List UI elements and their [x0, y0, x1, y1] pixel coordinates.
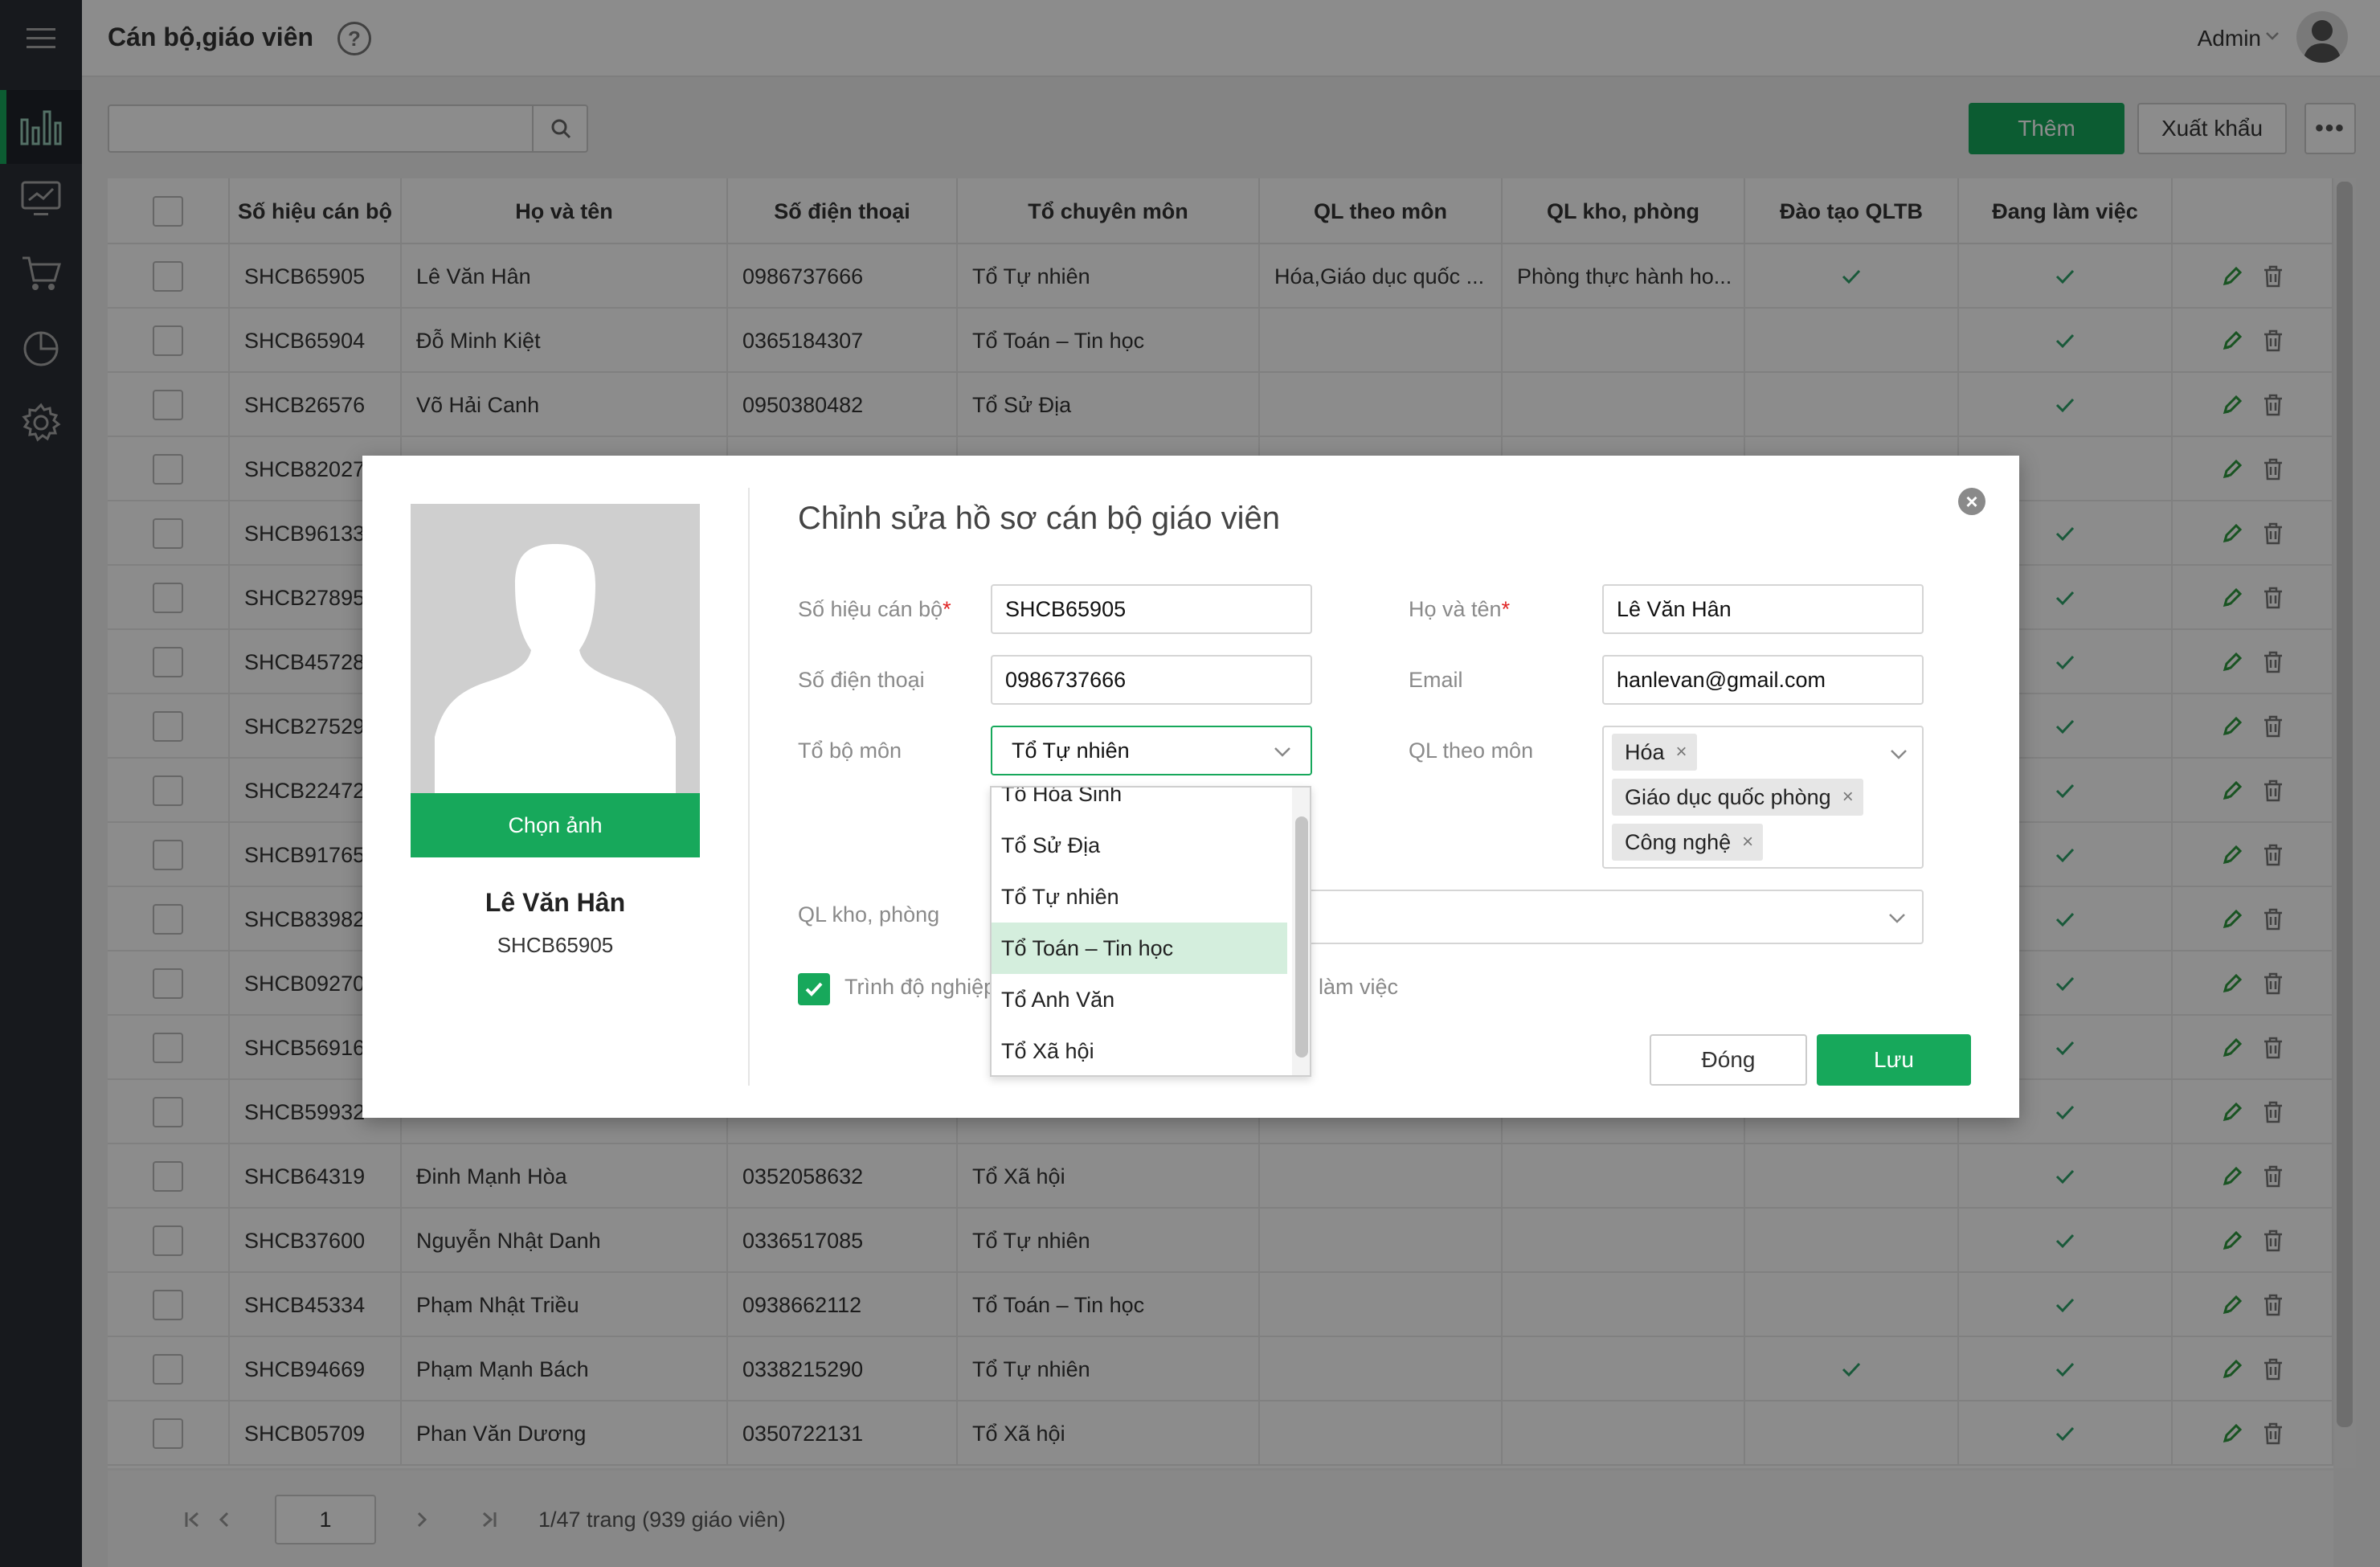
qualification-checkbox[interactable]: [798, 973, 830, 1005]
room-label: QL kho, phòng: [798, 902, 940, 927]
required-mark: *: [1501, 597, 1511, 621]
code-label: Số hiệu cán bộ*: [798, 597, 951, 622]
dropdown-option-selected[interactable]: Tổ Toán – Tin học: [992, 923, 1287, 974]
email-label: Email: [1409, 668, 1463, 692]
room-select[interactable]: [1308, 890, 1924, 944]
tag-remove-icon[interactable]: ×: [1742, 831, 1753, 853]
subject-tag-label: Công nghệ: [1625, 829, 1732, 854]
subject-label: QL theo môn: [1409, 738, 1534, 763]
subject-tag-label: Giáo dục quốc phòng: [1625, 784, 1831, 809]
dropdown-option[interactable]: Tổ Sử Địa: [992, 820, 1287, 871]
tag-remove-icon[interactable]: ×: [1676, 741, 1687, 763]
dept-label: Tổ bộ môn: [798, 738, 902, 763]
dept-select-value: Tổ Tự nhiên: [1012, 738, 1130, 763]
dropdown-option[interactable]: Tổ Hóa Sinh: [992, 788, 1287, 820]
subject-multiselect[interactable]: Hóa × Giáo dục quốc phòng × Công nghệ ×: [1602, 726, 1924, 869]
subject-tag-label: Hóa: [1625, 739, 1665, 764]
phone-field[interactable]: 0986737666: [991, 655, 1312, 705]
tag-remove-icon[interactable]: ×: [1842, 786, 1854, 808]
dropdown-option[interactable]: Tổ Xã hội: [992, 1025, 1287, 1075]
subject-tag: Hóa ×: [1612, 734, 1697, 771]
close-icon[interactable]: ×: [1958, 488, 1985, 515]
dept-dropdown: Tổ Hóa Sinh Tổ Sử Địa Tổ Tự nhiên Tổ Toá…: [990, 786, 1311, 1077]
name-label: Họ và tên*: [1409, 597, 1510, 622]
chevron-down-icon: [1891, 750, 1907, 759]
required-mark: *: [943, 597, 951, 621]
dropdown-scrollbar-thumb[interactable]: [1295, 816, 1308, 1058]
code-field[interactable]: SHCB65905: [991, 584, 1312, 634]
dept-select[interactable]: Tổ Tự nhiên: [991, 726, 1312, 775]
chevron-down-icon: [1889, 914, 1905, 923]
profile-code: SHCB65905: [497, 933, 614, 957]
choose-photo-button[interactable]: Chọn ảnh: [411, 793, 700, 857]
dropdown-option[interactable]: Tổ Anh Văn: [992, 974, 1287, 1025]
close-button[interactable]: Đóng: [1650, 1034, 1807, 1086]
name-label-text: Họ và tên: [1409, 597, 1502, 621]
save-button[interactable]: Lưu: [1817, 1034, 1971, 1086]
name-field[interactable]: Lê Văn Hân: [1602, 584, 1924, 634]
subject-tag: Giáo dục quốc phòng ×: [1612, 779, 1863, 816]
code-label-text: Số hiệu cán bộ: [798, 597, 943, 621]
email-field[interactable]: hanlevan@gmail.com: [1602, 655, 1924, 705]
modal-title: Chỉnh sửa hồ sơ cán bộ giáo viên: [798, 501, 1281, 536]
subject-tag: Công nghệ ×: [1612, 824, 1764, 861]
profile-name: Lê Văn Hân: [485, 888, 626, 917]
chevron-down-icon: [1274, 747, 1290, 757]
check-icon: [805, 982, 823, 996]
qualification-label: Trình độ nghiệp: [844, 975, 996, 999]
profile-photo: [411, 504, 700, 793]
dropdown-option[interactable]: Tổ Tự nhiên: [992, 871, 1287, 923]
phone-label: Số điện thoại: [798, 668, 925, 692]
working-status-label: làm việc: [1319, 975, 1399, 999]
divider: [748, 488, 750, 1086]
